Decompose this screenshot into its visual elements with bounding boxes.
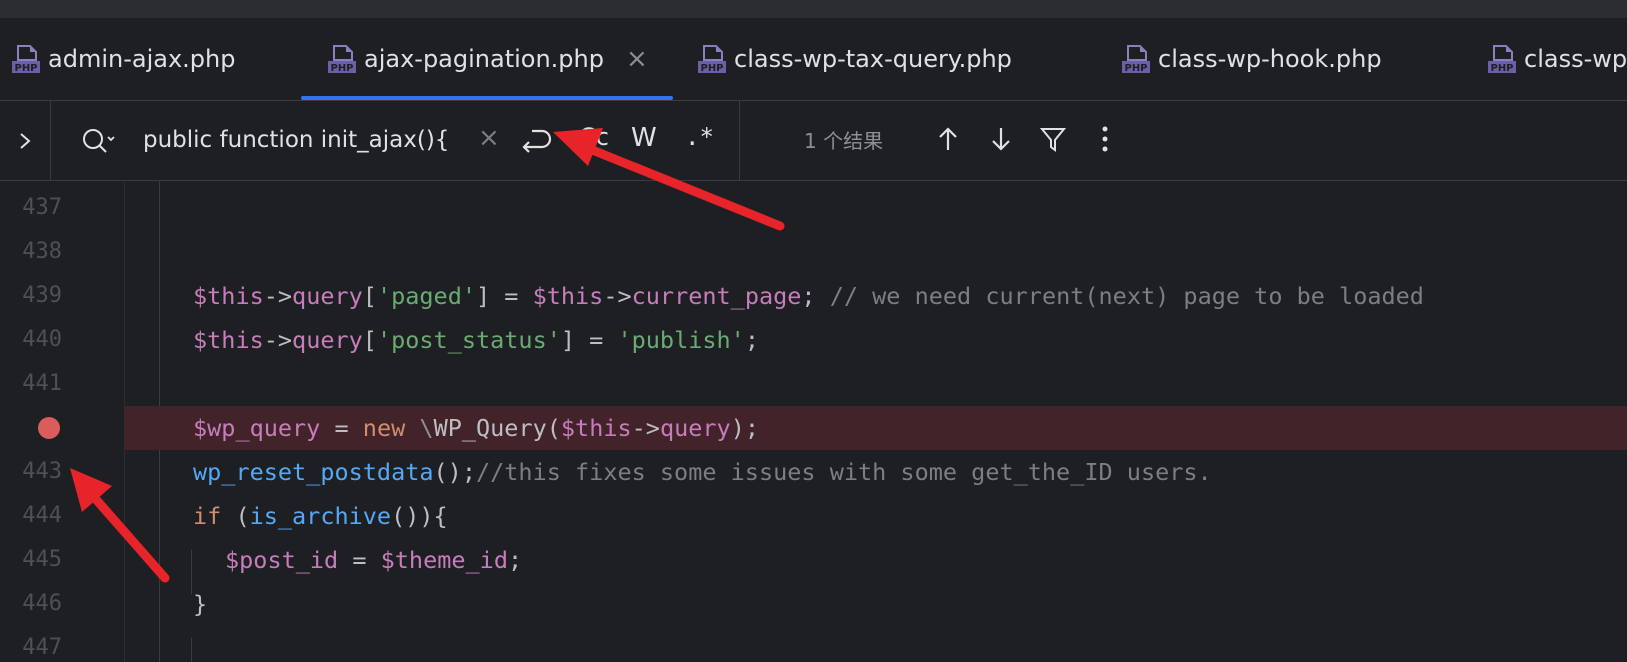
code-editor[interactable]: 437 438 439 $this->query['paged'] = $thi… <box>0 181 1627 662</box>
whole-words-button[interactable]: W <box>631 123 657 153</box>
search-history-button[interactable] <box>79 125 119 161</box>
code-text: $this->query['post_status'] = 'publish'; <box>193 326 759 354</box>
tab-ajax-pagination[interactable]: PHP ajax-pagination.php × <box>326 18 648 100</box>
chevron-right-icon <box>20 132 31 149</box>
code-line: 439 $this->query['paged'] = $this->curre… <box>0 274 1627 318</box>
tab-class-wp-hook[interactable]: PHP class-wp-hook.php <box>1120 18 1382 100</box>
breakpoint-icon[interactable] <box>38 417 60 439</box>
expand-replace-button[interactable] <box>0 101 51 180</box>
result-count: 1 个结果 <box>804 129 884 153</box>
next-occurrence-button[interactable] <box>985 123 1017 155</box>
code-line: 441 <box>0 362 1627 406</box>
tab-label: admin-ajax.php <box>48 45 236 73</box>
svg-text:PHP: PHP <box>700 63 723 74</box>
line-number: 440 <box>22 327 62 352</box>
regex-button[interactable]: .* <box>685 123 714 151</box>
active-tab-indicator <box>301 96 673 100</box>
php-file-icon: PHP <box>696 44 726 74</box>
tab-label: class-wp <box>1524 45 1627 73</box>
line-number: 445 <box>22 547 62 572</box>
close-tab-icon[interactable]: × <box>626 44 648 74</box>
php-file-icon: PHP <box>10 44 40 74</box>
find-bar: × Cc W .* 1 个结果 <box>0 101 1627 181</box>
code-line: 438 <box>0 230 1627 274</box>
match-case-button[interactable]: Cc <box>579 123 609 151</box>
more-vertical-icon <box>1102 126 1108 152</box>
line-number: 437 <box>22 195 62 220</box>
code-line: 440 $this->query['post_status'] = 'publi… <box>0 318 1627 362</box>
php-file-icon: PHP <box>1120 44 1150 74</box>
tab-label: class-wp-tax-query.php <box>734 45 1012 73</box>
filter-icon <box>1039 128 1067 152</box>
find-field-area: × Cc W .* <box>51 101 740 180</box>
code-line: 446 } <box>0 582 1627 626</box>
code-line: 444 if (is_archive()){ <box>0 494 1627 538</box>
line-number: 446 <box>22 591 62 616</box>
clear-search-icon[interactable]: × <box>478 123 500 153</box>
line-number: 443 <box>22 459 62 484</box>
code-line-breakpoint: $wp_query = new \WP_Query($this->query); <box>0 406 1627 450</box>
line-number: 441 <box>22 371 62 396</box>
php-file-icon: PHP <box>1486 44 1516 74</box>
code-text: $this->query['paged'] = $this->current_p… <box>193 282 1424 310</box>
svg-text:PHP: PHP <box>14 63 37 74</box>
tab-class-wp[interactable]: PHP class-wp <box>1486 18 1627 100</box>
php-file-icon: PHP <box>326 44 356 74</box>
new-line-icon <box>522 129 552 153</box>
line-number: 447 <box>22 635 62 660</box>
code-text: $wp_query = new \WP_Query($this->query); <box>193 414 759 442</box>
svg-text:PHP: PHP <box>330 63 353 74</box>
code-text: $post_id = $theme_id; <box>225 546 523 574</box>
previous-occurrence-button[interactable] <box>932 123 964 155</box>
line-number: 444 <box>22 503 62 528</box>
code-text: wp_reset_postdata();//this fixes some is… <box>193 458 1212 486</box>
editor-tab-bar: PHP admin-ajax.php PHP ajax-pagination.p… <box>0 18 1627 101</box>
svg-text:PHP: PHP <box>1490 63 1513 74</box>
code-line: 447 <box>0 626 1627 662</box>
tab-label: class-wp-hook.php <box>1158 45 1382 73</box>
more-options-button[interactable] <box>1089 123 1121 155</box>
code-line: 437 <box>0 186 1627 230</box>
code-line: 445 $post_id = $theme_id; <box>0 538 1627 582</box>
code-text: } <box>193 590 208 618</box>
line-number: 438 <box>22 239 62 264</box>
tab-class-wp-tax-query[interactable]: PHP class-wp-tax-query.php <box>696 18 1012 100</box>
tab-label: ajax-pagination.php <box>364 45 604 73</box>
arrow-up-icon <box>939 127 957 150</box>
search-icon <box>83 129 115 153</box>
window-title-bar <box>0 0 1627 18</box>
arrow-down-icon <box>992 128 1010 151</box>
svg-text:PHP: PHP <box>1124 63 1147 74</box>
tab-admin-ajax[interactable]: PHP admin-ajax.php <box>10 18 235 100</box>
new-line-button[interactable] <box>518 125 552 159</box>
line-number: 439 <box>22 283 62 308</box>
code-line: 443 wp_reset_postdata();//this fixes som… <box>0 450 1627 494</box>
code-text: if (is_archive()){ <box>193 502 448 530</box>
filter-button[interactable] <box>1037 123 1069 155</box>
search-input[interactable] <box>143 121 483 159</box>
